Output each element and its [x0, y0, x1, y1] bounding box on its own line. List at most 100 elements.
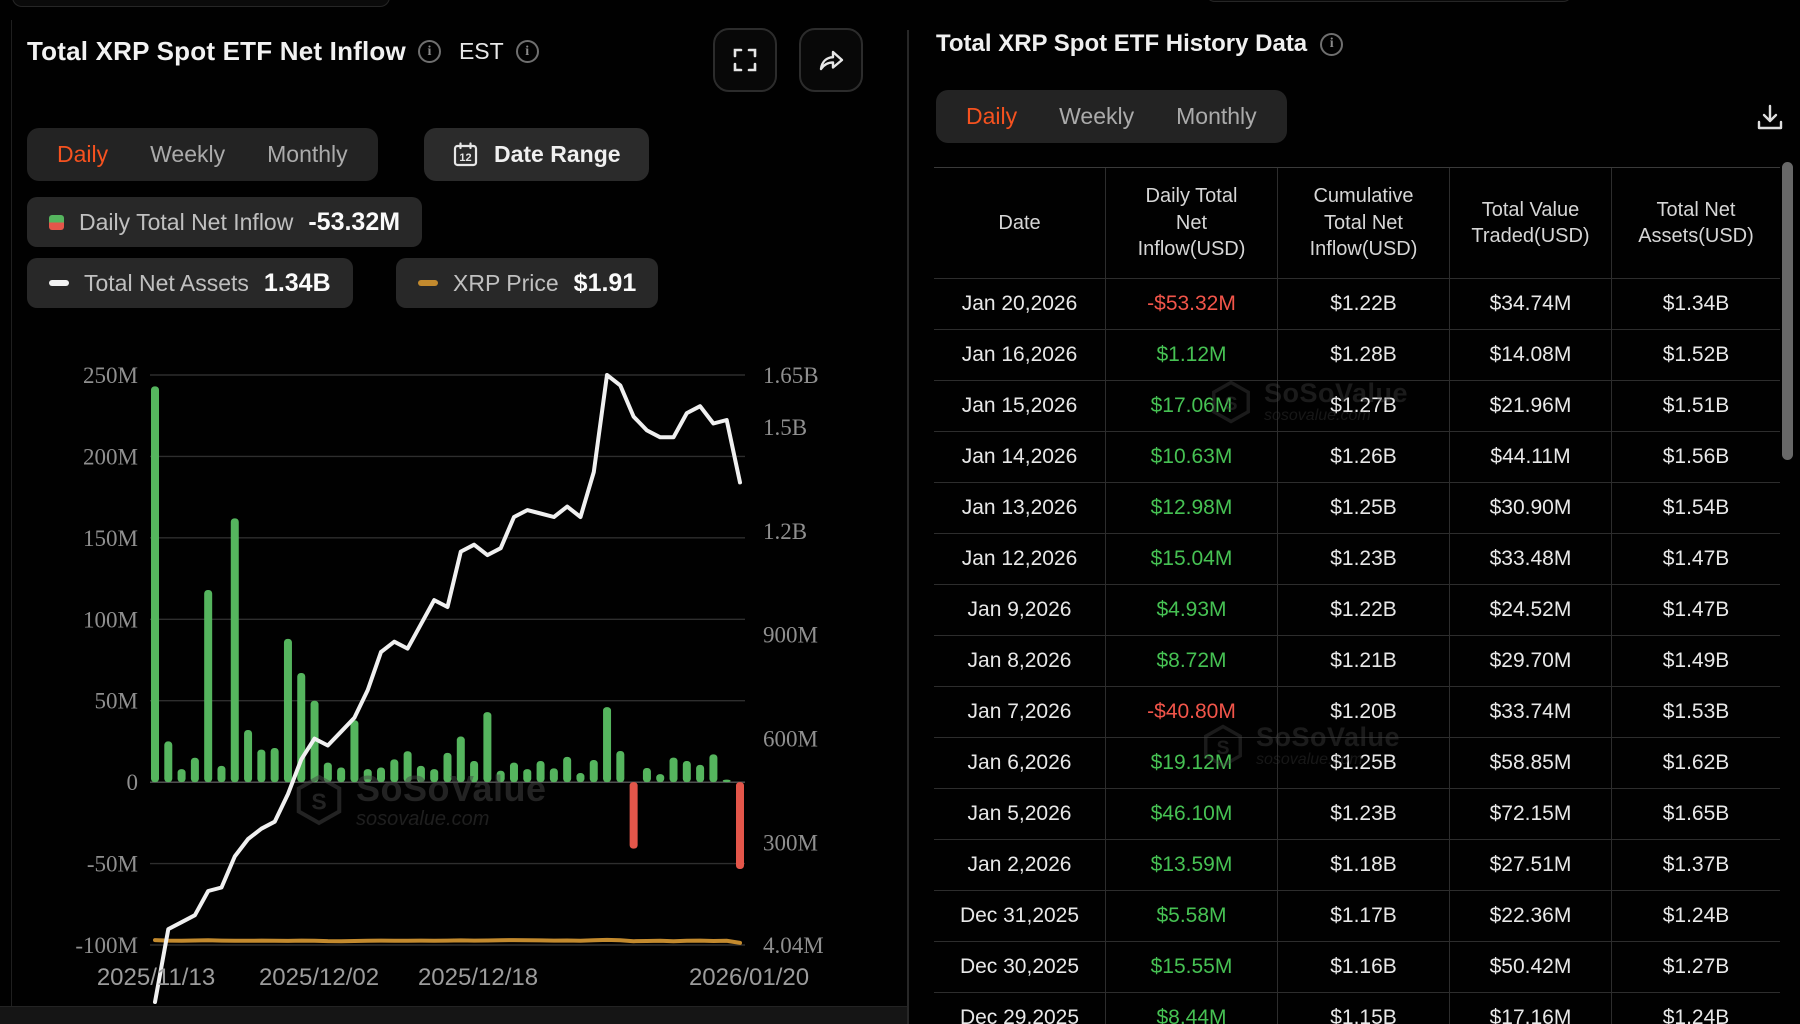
table-header-row: DateDaily Total Net Inflow(USD)Cumulativ…	[934, 168, 1780, 278]
legend-daily-net-inflow[interactable]: Daily Total Net Inflow -53.32M	[27, 197, 422, 247]
daily-inflow-cell: $15.55M	[1105, 942, 1277, 992]
date-cell: Dec 31,2025	[934, 891, 1105, 941]
table-row: Jan 12,2026$15.04M$1.23B$33.48M$1.47B	[934, 533, 1780, 584]
inflow-bar	[537, 761, 545, 782]
inflow-bar	[204, 590, 212, 782]
date-cell: Jan 12,2026	[934, 534, 1105, 584]
table-row: Jan 8,2026$8.72M$1.21B$29.70M$1.49B	[934, 635, 1780, 686]
cumulative-inflow-cell: $1.23B	[1277, 534, 1449, 584]
inflow-bar	[709, 754, 717, 782]
tab-weekly[interactable]: Weekly	[150, 141, 225, 168]
value-traded-cell: $14.08M	[1449, 330, 1611, 380]
value-traded-cell: $33.48M	[1449, 534, 1611, 584]
inflow-bar	[217, 766, 225, 782]
assets-legend-dash-icon	[49, 280, 69, 286]
inflow-bar	[523, 769, 531, 782]
inflow-bar	[324, 763, 332, 783]
legend-value: $1.91	[574, 269, 637, 298]
net-assets-cell: $1.34B	[1611, 279, 1780, 329]
inflow-bar	[284, 639, 292, 782]
inflow-chart[interactable]: 250M200M150M100M50M0-50M-100M1.65B1.5B1.…	[0, 330, 880, 1024]
page-title: Total XRP Spot ETF Net Inflow	[27, 36, 406, 67]
cumulative-inflow-cell: $1.22B	[1277, 279, 1449, 329]
legend-total-net-assets[interactable]: Total Net Assets 1.34B	[27, 258, 353, 308]
tab-daily[interactable]: Daily	[57, 141, 108, 168]
inflow-chart-panel: Total XRP Spot ETF Net Inflow i EST i Da…	[0, 0, 908, 1024]
inflow-bar	[417, 766, 425, 782]
date-cell: Jan 2,2026	[934, 840, 1105, 890]
cumulative-inflow-cell: $1.22B	[1277, 585, 1449, 635]
tab-daily[interactable]: Daily	[966, 103, 1017, 130]
download-button[interactable]	[1746, 94, 1794, 142]
net-assets-cell: $1.47B	[1611, 585, 1780, 635]
daily-inflow-cell: $15.04M	[1105, 534, 1277, 584]
value-traded-cell: $72.15M	[1449, 789, 1611, 839]
inflow-panel-header: Total XRP Spot ETF Net Inflow i EST i	[27, 36, 539, 67]
inflow-bar	[550, 768, 558, 782]
history-data-panel: Total XRP Spot ETF History Data i Daily …	[908, 0, 1800, 1024]
info-icon[interactable]: i	[516, 40, 539, 63]
date-cell: Jan 15,2026	[934, 381, 1105, 431]
x-axis-tick: 2025/12/02	[259, 964, 379, 991]
info-icon[interactable]: i	[418, 40, 441, 63]
inflow-bar	[723, 780, 731, 783]
value-traded-cell: $30.90M	[1449, 483, 1611, 533]
daily-inflow-cell: $8.44M	[1105, 993, 1277, 1024]
net-assets-cell: $1.47B	[1611, 534, 1780, 584]
cumulative-inflow-cell: $1.16B	[1277, 942, 1449, 992]
inflow-bar	[404, 751, 412, 782]
inflow-bar	[670, 758, 678, 782]
info-icon[interactable]: i	[1320, 33, 1343, 56]
inflow-bar	[483, 712, 491, 782]
y-axis-left-tick: 250M	[83, 363, 138, 388]
fullscreen-button[interactable]	[713, 28, 777, 92]
legend-label: XRP Price	[453, 270, 559, 297]
daily-inflow-cell: $19.12M	[1105, 738, 1277, 788]
date-range-button[interactable]: 12 Date Range	[424, 128, 649, 181]
inflow-bar	[178, 769, 186, 782]
net-assets-cell: $1.37B	[1611, 840, 1780, 890]
inflow-period-tabs: Daily Weekly Monthly	[27, 128, 378, 181]
daily-inflow-cell: $8.72M	[1105, 636, 1277, 686]
tab-monthly[interactable]: Monthly	[1176, 103, 1257, 130]
y-axis-right-tick: 600M	[763, 727, 818, 752]
table-row: Jan 7,2026-$40.80M$1.20B$33.74M$1.53B	[934, 686, 1780, 737]
daily-inflow-cell: $1.12M	[1105, 330, 1277, 380]
table-scrollbar-thumb[interactable]	[1782, 162, 1793, 460]
table-row: Jan 15,2026$17.06M$1.27B$21.96M$1.51B	[934, 380, 1780, 431]
net-assets-cell: $1.51B	[1611, 381, 1780, 431]
daily-inflow-cell: -$53.32M	[1105, 279, 1277, 329]
net-assets-cell: $1.65B	[1611, 789, 1780, 839]
inflow-bar	[191, 758, 199, 782]
y-axis-left-tick: 0	[127, 770, 139, 795]
share-button[interactable]	[799, 28, 863, 92]
column-header: Total Net Assets(USD)	[1611, 168, 1780, 278]
y-axis-right-tick: 1.2B	[763, 519, 807, 544]
y-axis-left-tick: 50M	[95, 689, 138, 714]
date-cell: Jan 20,2026	[934, 279, 1105, 329]
x-axis-tick: 2026/01/20	[689, 964, 809, 991]
column-header: Cumulative Total Net Inflow(USD)	[1277, 168, 1449, 278]
cumulative-inflow-cell: $1.21B	[1277, 636, 1449, 686]
table-row: Jan 14,2026$10.63M$1.26B$44.11M$1.56B	[934, 431, 1780, 482]
inflow-bar	[590, 760, 598, 782]
tab-weekly[interactable]: Weekly	[1059, 103, 1134, 130]
value-traded-cell: $29.70M	[1449, 636, 1611, 686]
date-cell: Jan 16,2026	[934, 330, 1105, 380]
tab-monthly[interactable]: Monthly	[267, 141, 348, 168]
table-row: Jan 20,2026-$53.32M$1.22B$34.74M$1.34B	[934, 278, 1780, 329]
inflow-bar	[390, 759, 398, 782]
net-assets-cell: $1.62B	[1611, 738, 1780, 788]
y-axis-left-tick: 200M	[83, 444, 138, 469]
inflow-legend-swatch-icon	[49, 215, 64, 230]
legend-value: -53.32M	[308, 208, 400, 237]
inflow-bar	[563, 757, 571, 782]
daily-inflow-cell: $12.98M	[1105, 483, 1277, 533]
legend-xrp-price[interactable]: XRP Price $1.91	[396, 258, 658, 308]
inflow-bar	[470, 761, 478, 782]
inflow-bar	[630, 782, 638, 848]
inflow-chart-svg: 250M200M150M100M50M0-50M-100M1.65B1.5B1.…	[0, 330, 880, 1024]
value-traded-cell: $50.42M	[1449, 942, 1611, 992]
cumulative-inflow-cell: $1.28B	[1277, 330, 1449, 380]
y-axis-right-tick: 900M	[763, 623, 818, 648]
